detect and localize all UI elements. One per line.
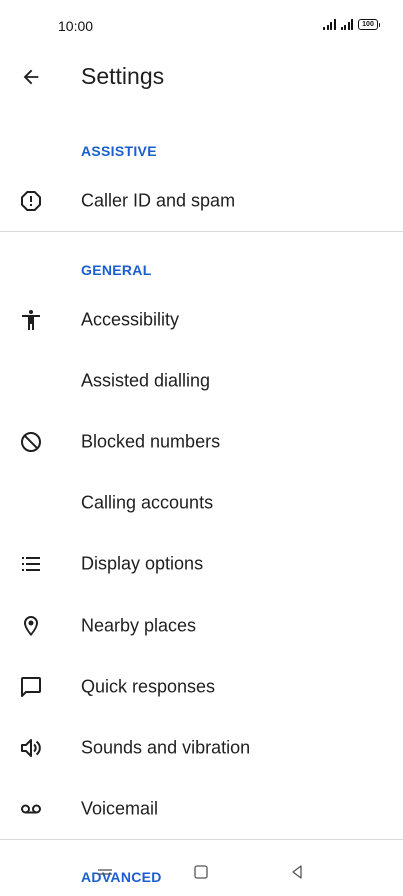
home-square-icon (194, 865, 208, 879)
settings-item-label: Calling accounts (81, 492, 214, 513)
battery-icon: 100 (358, 19, 380, 30)
back-button[interactable] (14, 62, 48, 92)
section-header-general: GENERAL (81, 262, 152, 278)
settings-item-label: Blocked numbers (81, 431, 221, 452)
menu-button[interactable] (90, 860, 120, 884)
settings-item-label: Nearby places (81, 615, 197, 636)
settings-item-label: Voicemail (81, 798, 159, 819)
menu-icon (98, 869, 112, 875)
location-pin-icon (18, 613, 44, 639)
settings-item-caller-id[interactable]: Caller ID and spam (0, 171, 403, 231)
settings-item-label: Assisted dialling (81, 370, 211, 391)
settings-item-blocked-numbers[interactable]: Blocked numbers (0, 412, 403, 472)
settings-item-sounds-vibration[interactable]: Sounds and vibration (0, 718, 403, 778)
signal-icon (340, 19, 353, 30)
settings-item-voicemail[interactable]: Voicemail (0, 779, 403, 839)
app-bar: Settings (0, 52, 403, 102)
status-time: 10:00 (58, 18, 94, 34)
accessibility-icon (18, 307, 44, 333)
settings-item-label: Caller ID and spam (81, 190, 236, 211)
settings-item-label: Quick responses (81, 676, 216, 697)
home-button[interactable] (186, 860, 216, 884)
arrow-back-icon (23, 69, 39, 85)
divider (0, 231, 403, 232)
settings-item-quick-responses[interactable]: Quick responses (0, 657, 403, 717)
back-nav-button[interactable] (282, 860, 312, 884)
page-title: Settings (81, 63, 165, 89)
settings-item-assisted-dialling[interactable]: Assisted dialling (0, 351, 403, 411)
settings-item-label: Sounds and vibration (81, 737, 251, 758)
message-icon (18, 674, 44, 700)
system-navigation-bar (0, 852, 403, 896)
settings-item-calling-accounts[interactable]: Calling accounts (0, 473, 403, 533)
settings-item-nearby-places[interactable]: Nearby places (0, 596, 403, 656)
alert-circle-icon (18, 188, 44, 214)
signal-icon (323, 19, 336, 30)
settings-item-label: Accessibility (81, 309, 180, 330)
status-indicators: 100 (323, 19, 380, 30)
volume-icon (18, 735, 44, 761)
settings-item-accessibility[interactable]: Accessibility (0, 290, 403, 350)
back-triangle-icon (292, 865, 302, 879)
section-header-assistive: ASSISTIVE (81, 143, 157, 159)
list-icon (18, 551, 44, 577)
voicemail-icon (18, 796, 44, 822)
settings-item-label: Display options (81, 553, 204, 574)
status-bar: 10:00 100 (0, 0, 403, 52)
settings-item-display-options[interactable]: Display options (0, 534, 403, 594)
divider (0, 839, 403, 840)
block-icon (18, 429, 44, 455)
